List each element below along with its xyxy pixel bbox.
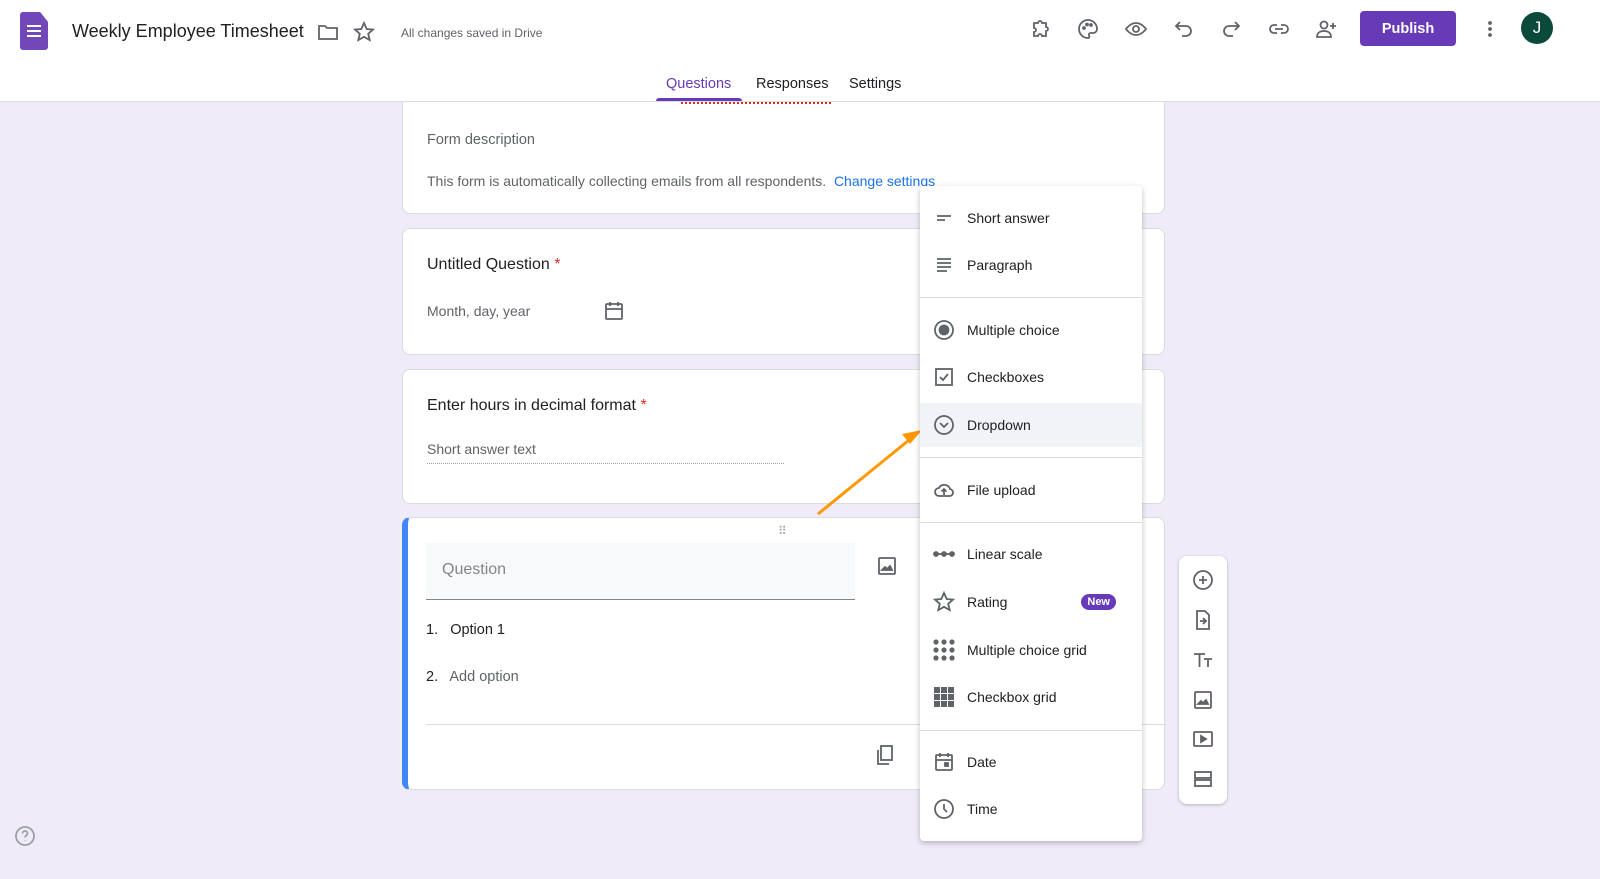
menu-item-label: Multiple choice grid	[967, 642, 1087, 658]
option-number: 1.	[426, 622, 439, 638]
option-number: 2.	[426, 669, 439, 685]
tab-responses[interactable]: Responses	[756, 76, 829, 92]
paragraph-icon	[932, 253, 956, 277]
email-notice: This form is automatically collecting em…	[427, 173, 935, 189]
save-status: All changes saved in Drive	[401, 26, 543, 40]
clock-icon	[932, 797, 956, 821]
preview-eye-icon[interactable]	[1124, 17, 1148, 41]
menu-divider	[920, 457, 1142, 458]
menu-item-label: Checkboxes	[967, 369, 1045, 385]
add-option-row: 2. Add option	[426, 669, 519, 685]
square-grid-icon	[932, 685, 956, 709]
menu-item-paragraph[interactable]: Paragraph	[920, 243, 1142, 287]
dot-grid-icon	[932, 638, 956, 662]
publish-button[interactable]: Publish	[1360, 11, 1456, 46]
drag-handle[interactable]: ⠿	[778, 524, 788, 538]
palette-icon[interactable]	[1076, 17, 1100, 41]
question-input[interactable]: Question	[426, 543, 855, 600]
menu-item-short-answer[interactable]: Short answer	[920, 196, 1142, 240]
menu-item-label: Rating	[967, 594, 1008, 610]
option-label[interactable]: Option 1	[450, 622, 505, 638]
menu-item-label: File upload	[967, 482, 1036, 498]
tab-settings[interactable]: Settings	[849, 76, 901, 92]
cloud-upload-icon	[932, 478, 956, 502]
question-title: Enter hours in decimal format *	[427, 397, 647, 415]
menu-item-dropdown[interactable]: Dropdown	[920, 403, 1142, 447]
menu-item-label: Linear scale	[967, 546, 1043, 562]
add-section-icon[interactable]	[1191, 767, 1215, 791]
menu-item-checkbox-grid[interactable]: Checkbox grid	[920, 675, 1142, 719]
add-image-icon[interactable]	[875, 554, 899, 578]
date-placeholder: Month, day, year	[427, 303, 531, 319]
question-title-text: Untitled Question	[427, 256, 550, 273]
menu-item-time[interactable]: Time	[920, 787, 1142, 831]
add-option-link[interactable]: Add option	[449, 669, 518, 685]
tab-questions[interactable]: Questions	[666, 76, 731, 92]
menu-item-label: Paragraph	[967, 257, 1033, 273]
menu-divider	[920, 522, 1142, 523]
menu-item-multiple-choice[interactable]: Multiple choice	[920, 308, 1142, 352]
addons-puzzle-icon[interactable]	[1029, 17, 1053, 41]
required-asterisk: *	[554, 256, 561, 273]
undo-icon[interactable]	[1172, 17, 1196, 41]
calendar-icon	[602, 299, 626, 323]
menu-item-file-upload[interactable]: File upload	[920, 468, 1142, 512]
link-icon[interactable]	[1267, 17, 1291, 41]
question-type-menu: Short answer Paragraph Multiple choice Chec…	[920, 186, 1142, 841]
forms-logo[interactable]	[20, 12, 48, 50]
folder-icon[interactable]	[316, 20, 340, 44]
add-question-icon[interactable]	[1191, 568, 1215, 592]
redo-icon[interactable]	[1219, 17, 1243, 41]
help-icon[interactable]	[13, 824, 37, 848]
menu-item-label: Date	[967, 754, 997, 770]
radio-icon	[932, 318, 956, 342]
menu-item-label: Time	[967, 801, 998, 817]
menu-item-multiple-choice-grid[interactable]: Multiple choice grid	[920, 628, 1142, 672]
avatar[interactable]: J	[1521, 12, 1553, 44]
menu-divider	[920, 297, 1142, 298]
form-description[interactable]: Form description	[427, 132, 535, 148]
add-video-icon[interactable]	[1191, 727, 1215, 751]
new-badge: New	[1081, 594, 1116, 610]
annotation-arrow	[817, 430, 922, 516]
menu-item-label: Short answer	[967, 210, 1050, 226]
tab-active-indicator	[656, 98, 742, 101]
header: Weekly Employee Timesheet All changes sa…	[0, 0, 1600, 102]
option-row: 1. Option 1	[426, 622, 505, 638]
short-answer-placeholder: Short answer text	[427, 441, 784, 464]
menu-item-label: Dropdown	[967, 417, 1031, 433]
form-title[interactable]: Weekly Employee Timesheet	[72, 21, 304, 42]
question-title-text: Enter hours in decimal format	[427, 397, 636, 414]
email-notice-text: This form is automatically collecting em…	[427, 173, 827, 189]
add-collaborator-icon[interactable]	[1314, 17, 1338, 41]
linear-scale-icon	[932, 542, 956, 566]
floating-toolbar	[1179, 556, 1227, 804]
required-asterisk: *	[640, 397, 647, 414]
title-spellcheck-underline	[681, 102, 831, 104]
menu-item-checkboxes[interactable]: Checkboxes	[920, 355, 1142, 399]
star-icon[interactable]	[352, 20, 376, 44]
menu-item-label: Multiple choice	[967, 322, 1060, 338]
import-questions-icon[interactable]	[1191, 608, 1215, 632]
menu-item-linear-scale[interactable]: Linear scale	[920, 532, 1142, 576]
add-image-icon[interactable]	[1191, 688, 1215, 712]
dropdown-icon	[932, 413, 956, 437]
checkbox-icon	[932, 365, 956, 389]
menu-item-date[interactable]: Date	[920, 740, 1142, 784]
calendar-icon	[932, 750, 956, 774]
menu-divider	[920, 730, 1142, 731]
menu-item-label: Checkbox grid	[967, 689, 1057, 705]
short-answer-icon	[932, 206, 956, 230]
duplicate-icon[interactable]	[873, 743, 897, 767]
question-title: Untitled Question *	[427, 256, 560, 274]
star-icon	[932, 590, 956, 614]
menu-item-rating[interactable]: Rating New	[920, 580, 1142, 624]
add-title-icon[interactable]	[1191, 648, 1215, 672]
more-vert-icon[interactable]	[1478, 17, 1502, 41]
